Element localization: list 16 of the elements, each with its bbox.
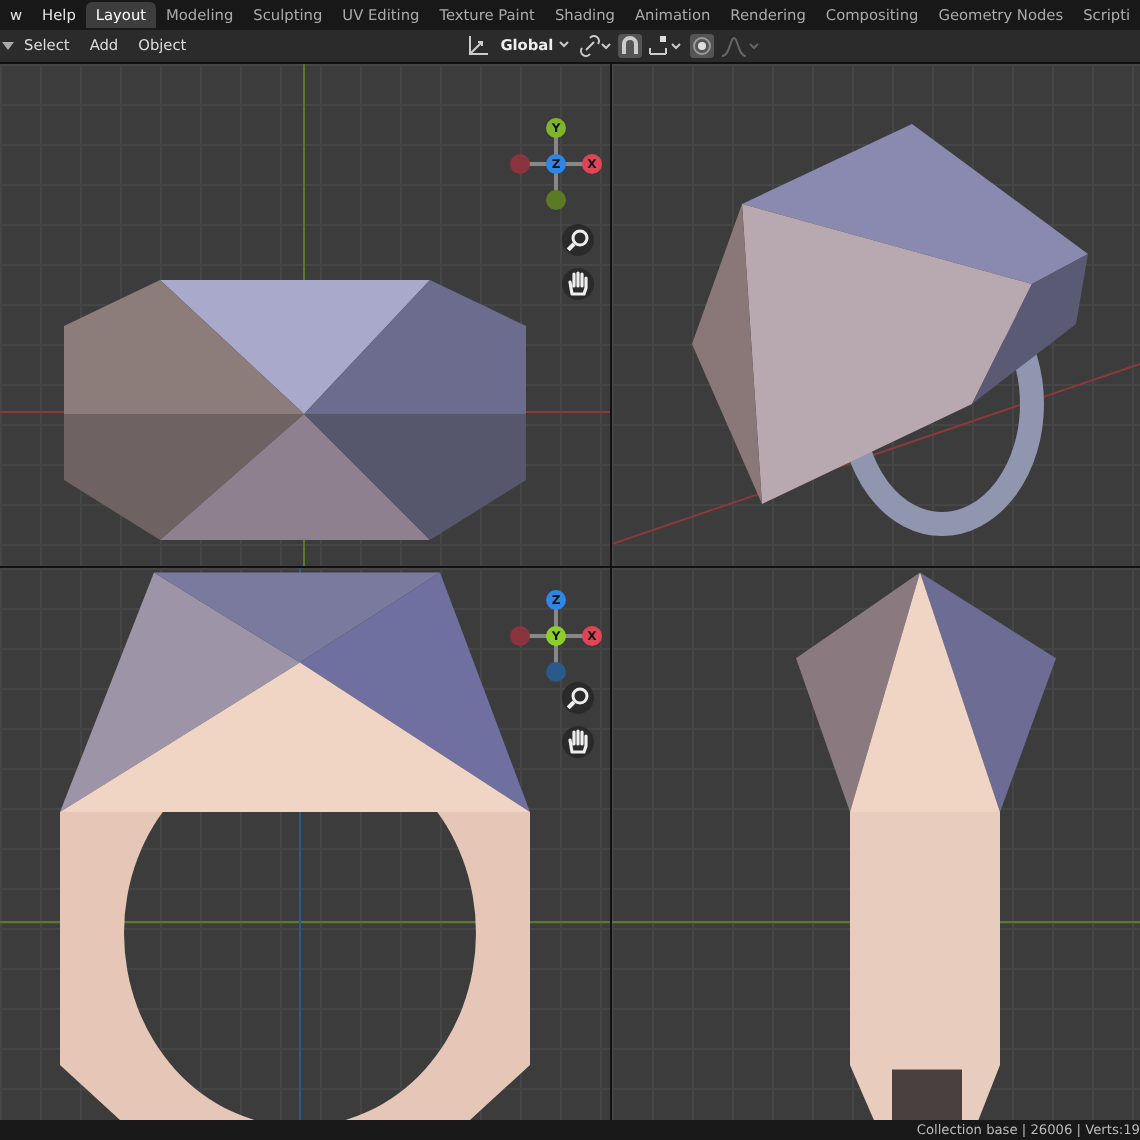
snap-icon[interactable] [648,33,685,58]
zoom-icon[interactable] [562,224,594,257]
caret-icon [558,38,571,51]
transform-icon[interactable] [466,33,491,58]
proportional-edit-icon[interactable] [690,33,715,58]
hand-icon[interactable] [562,268,594,301]
axis-handle[interactable] [546,190,566,211]
axis-handle[interactable] [510,154,530,175]
axis-handle[interactable] [510,626,530,647]
zoom-icon[interactable] [562,682,594,715]
axis-handle[interactable] [546,662,566,683]
hand-icon[interactable] [562,726,594,759]
viewport[interactable] [612,568,1140,1121]
magnet-icon[interactable] [618,33,643,58]
link-icon[interactable] [580,33,613,58]
viewport[interactable] [612,64,1140,567]
